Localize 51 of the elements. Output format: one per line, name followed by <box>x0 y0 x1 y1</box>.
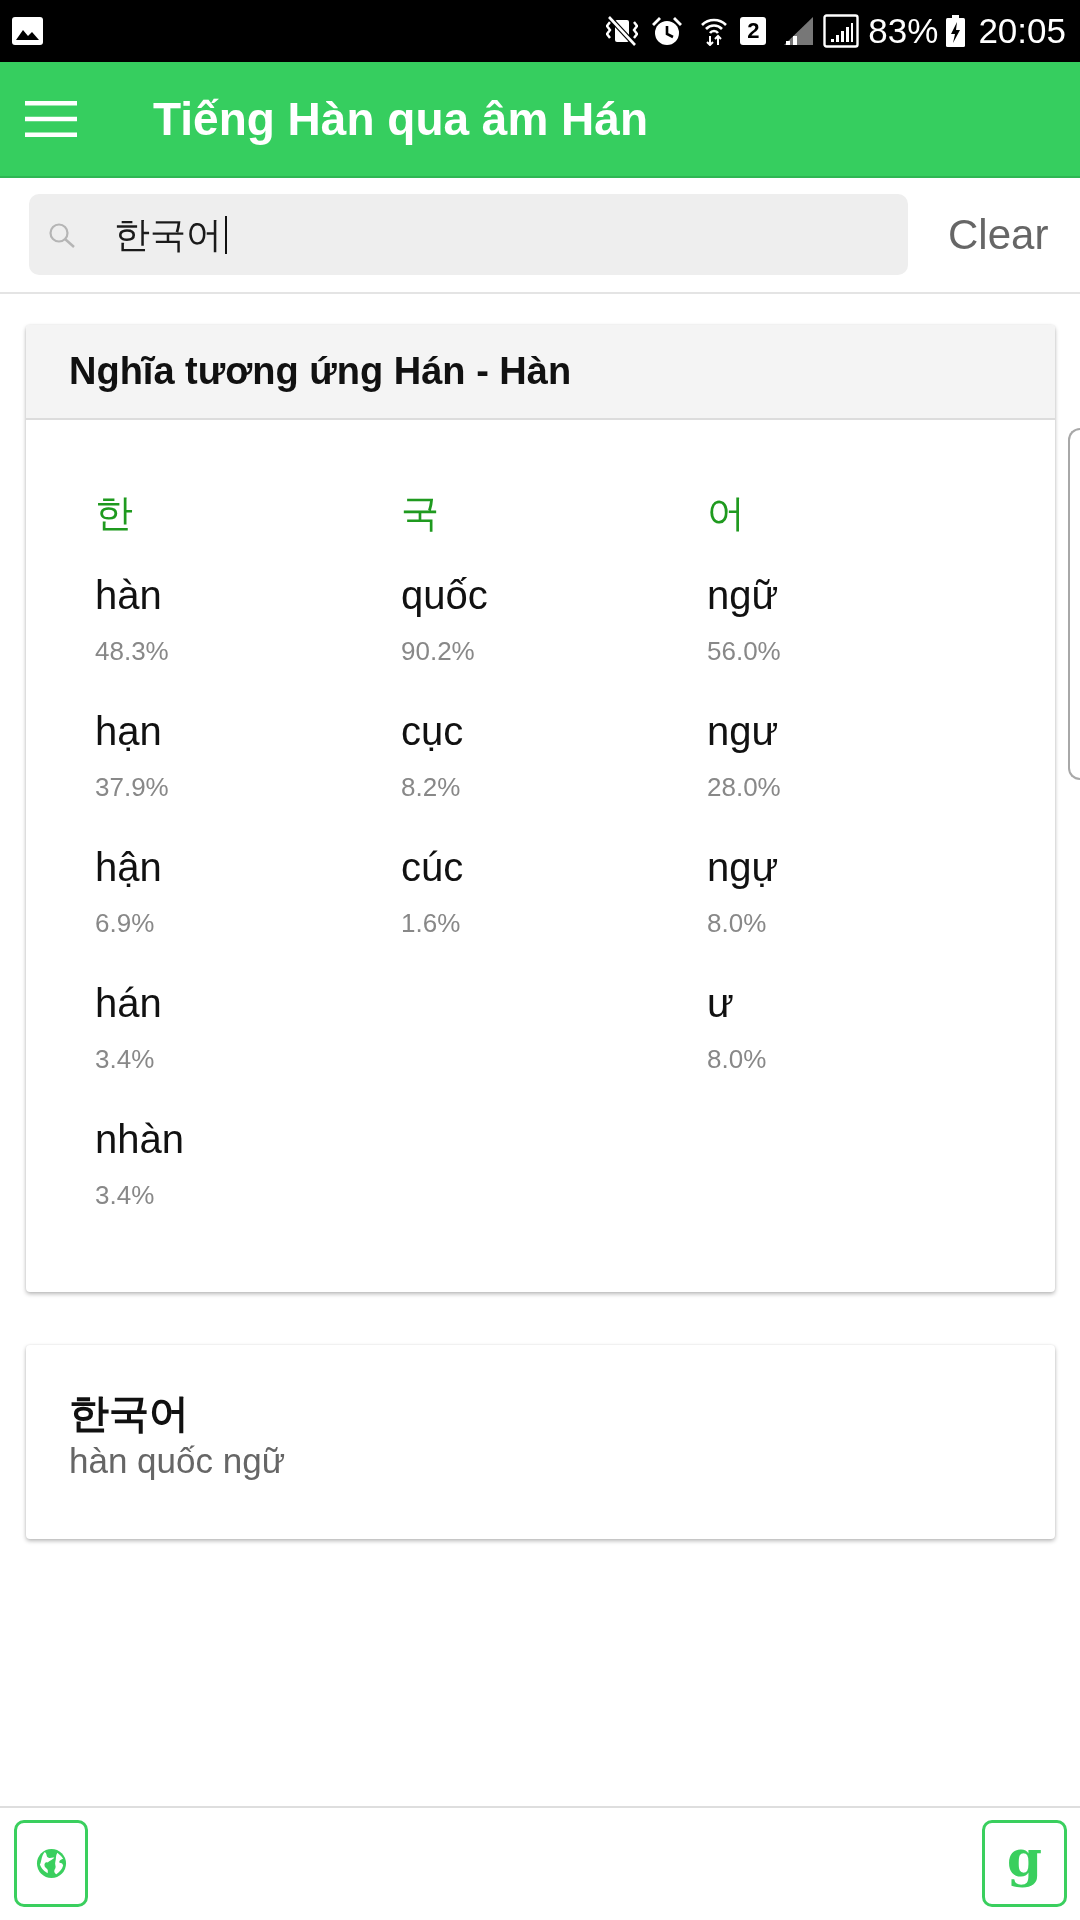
search-field[interactable]: 한국어 <box>29 194 908 275</box>
reading-share: 90.2% <box>401 635 475 668</box>
search-icon <box>48 221 76 248</box>
sino-reading: ngư <box>707 708 779 755</box>
sim-indicator: 2 <box>740 17 767 45</box>
battery-percent: 83% <box>868 11 939 51</box>
menu-icon[interactable] <box>25 101 77 137</box>
sino-reading: quốc <box>401 572 488 619</box>
hangul-syllable: 한 <box>95 491 133 536</box>
hangul-syllable: 국 <box>401 491 439 536</box>
signal-bars-icon <box>783 16 815 46</box>
sino-reading: ngự <box>707 844 779 891</box>
clear-button[interactable]: Clear <box>942 205 1055 264</box>
word-hangul: 한국어 <box>69 1390 189 1437</box>
wifi-icon <box>700 16 729 46</box>
sino-reading: hàn <box>95 572 162 619</box>
word-reading: hàn quốc ngữ <box>69 1440 286 1482</box>
text-cursor <box>225 215 227 254</box>
reading-share: 48.3% <box>95 635 169 668</box>
sino-reading: hạn <box>95 708 162 755</box>
search-query: 한국어 <box>114 212 222 257</box>
sino-reading: cúc <box>401 844 464 891</box>
sino-reading: hận <box>95 844 162 891</box>
sino-reading: hán <box>95 980 162 1027</box>
reading-share: 28.0% <box>707 771 781 804</box>
sino-reading: nhàn <box>95 1116 184 1163</box>
reading-share: 1.6% <box>401 907 461 940</box>
reading-share: 8.0% <box>707 907 767 940</box>
globe-icon <box>35 1848 67 1879</box>
reading-share: 37.9% <box>95 771 169 804</box>
app-title: Tiếng Hàn qua âm Hán <box>153 92 649 147</box>
reading-share: 3.4% <box>95 1179 155 1212</box>
reading-share: 56.0% <box>707 635 781 668</box>
globe-button[interactable] <box>14 1820 88 1907</box>
reading-share: 8.2% <box>401 771 461 804</box>
side-panel-handle[interactable] <box>1068 428 1080 780</box>
sino-reading: ư <box>707 980 734 1027</box>
battery-charging-icon <box>946 15 966 47</box>
reading-share: 3.4% <box>95 1043 155 1076</box>
image-icon <box>12 17 43 45</box>
card-header: Nghĩa tương ứng Hán - Hàn <box>26 325 1055 420</box>
signal-bars-icon <box>823 14 860 48</box>
vibrate-off-icon <box>606 16 639 46</box>
reading-share: 6.9% <box>95 907 155 940</box>
status-time: 20:05 <box>978 11 1066 51</box>
reading-share: 8.0% <box>707 1043 767 1076</box>
sino-reading: cục <box>401 708 464 755</box>
sino-reading: ngữ <box>707 572 779 619</box>
alarm-clock-icon <box>651 15 684 47</box>
hangul-syllable: 어 <box>707 491 745 536</box>
word-card[interactable]: 한국어 hàn quốc ngữ <box>26 1345 1055 1539</box>
